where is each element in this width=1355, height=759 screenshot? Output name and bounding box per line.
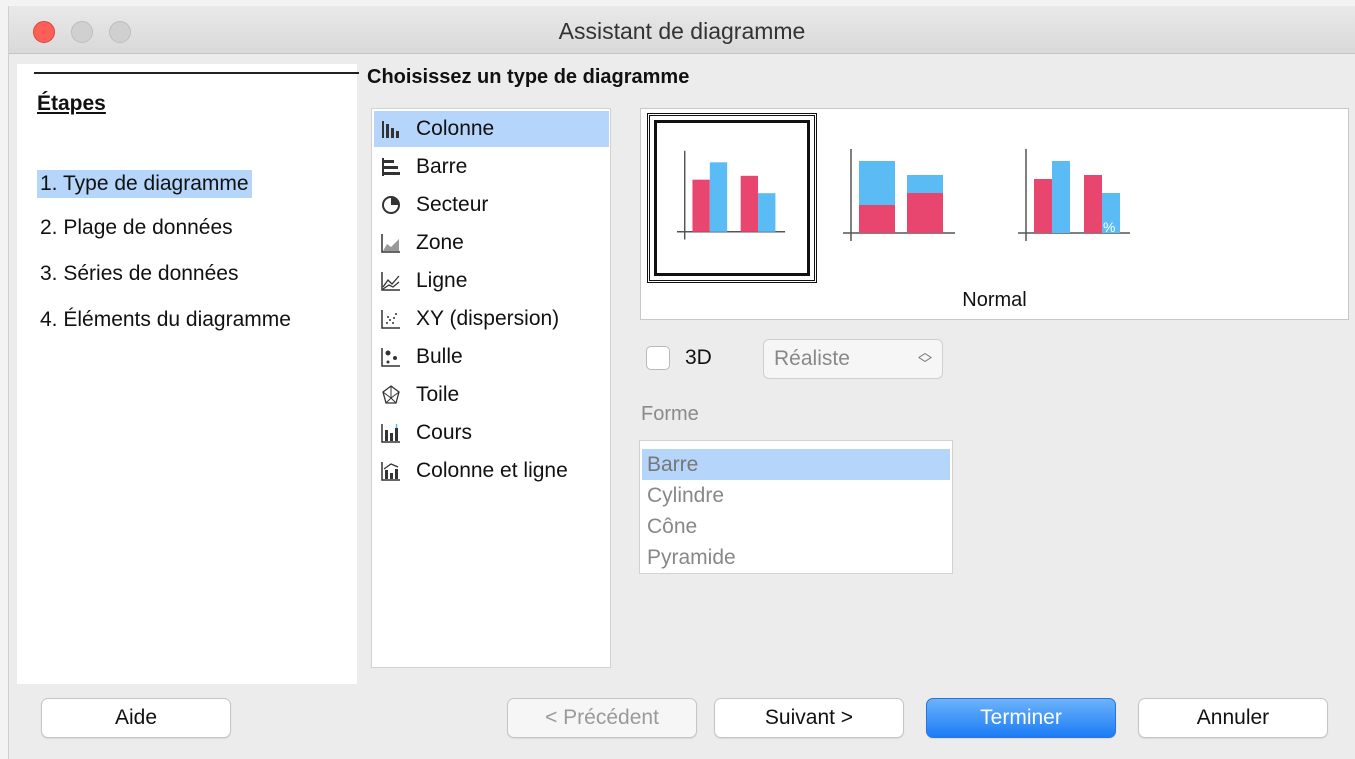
help-button[interactable]: Aide xyxy=(41,698,231,738)
steps-divider xyxy=(34,72,359,74)
scatter-chart-icon xyxy=(380,308,402,330)
chart-type-label: Cours xyxy=(416,421,473,444)
chart-type-label: Toile xyxy=(416,383,460,406)
variant-normal[interactable] xyxy=(647,113,817,283)
chart-type-label: Zone xyxy=(416,231,464,254)
chart-type-area[interactable]: Zone xyxy=(374,225,609,261)
forme-item-pyramide[interactable]: Pyramide xyxy=(642,542,950,573)
style-3d-value: Réaliste xyxy=(774,347,850,370)
column-line-chart-icon xyxy=(380,460,402,482)
steps-title: Étapes xyxy=(37,92,106,115)
chart-type-label: Barre xyxy=(416,155,468,178)
chart-type-bar[interactable]: Barre xyxy=(374,149,609,185)
chart-variants-panel: % Normal xyxy=(640,108,1349,320)
bar-chart-icon xyxy=(380,156,402,178)
forme-list[interactable]: Barre Cylindre Cône Pyramide xyxy=(639,440,953,574)
forme-item-barre[interactable]: Barre xyxy=(642,449,950,480)
step-data-range[interactable]: 2. Plage de données xyxy=(37,214,236,242)
bubble-chart-icon xyxy=(380,346,402,368)
variant-stacked[interactable] xyxy=(821,113,991,283)
chart-type-label: Colonne et ligne xyxy=(416,459,568,482)
chevron-up-down-icon: ︿ ﹀ xyxy=(918,344,932,372)
percent-column-icon: % xyxy=(1018,149,1130,241)
chart-type-label: Colonne xyxy=(416,117,495,140)
normal-column-icon xyxy=(677,150,786,240)
step-chart-type[interactable]: 1. Type de diagramme xyxy=(37,170,252,198)
chart-type-column[interactable]: Colonne xyxy=(374,111,609,147)
percent-label: % xyxy=(1103,219,1115,235)
previous-button[interactable]: < Précédent xyxy=(507,698,697,738)
step-chart-elements[interactable]: 4. Éléments du diagramme xyxy=(37,306,294,334)
chart-type-label: Bulle xyxy=(416,345,463,368)
steps-panel: Étapes 1. Type de diagramme 2. Plage de … xyxy=(17,64,359,684)
pie-chart-icon xyxy=(380,194,402,216)
chart-type-label: Secteur xyxy=(416,193,489,216)
chart-type-line[interactable]: Ligne xyxy=(374,263,609,299)
stacked-column-icon xyxy=(843,149,955,241)
chart-type-net[interactable]: Toile xyxy=(374,377,609,413)
step-data-series[interactable]: 3. Séries de données xyxy=(37,260,241,288)
chart-type-label: XY (dispersion) xyxy=(416,307,560,330)
column-chart-icon xyxy=(380,118,402,140)
title-bar: Assistant de diagramme xyxy=(9,6,1355,54)
chart-type-scatter[interactable]: XY (dispersion) xyxy=(374,301,609,337)
checkbox-3d[interactable] xyxy=(646,346,670,370)
chart-wizard-window: Assistant de diagramme Étapes 1. Type de… xyxy=(8,6,1355,759)
stock-chart-icon xyxy=(380,422,402,444)
window-title: Assistant de diagramme xyxy=(558,18,806,44)
chart-type-column-line[interactable]: Colonne et ligne xyxy=(374,453,609,489)
chart-type-list[interactable]: Colonne Barre Secteur Zone Ligne XY (dis… xyxy=(371,108,611,668)
area-chart-icon xyxy=(380,232,402,254)
cancel-button[interactable]: Annuler xyxy=(1138,698,1328,738)
chart-type-label: Ligne xyxy=(416,269,468,292)
forme-item-cylindre[interactable]: Cylindre xyxy=(642,480,950,511)
style-3d-select[interactable]: Réaliste ︿ ﹀ xyxy=(763,339,943,379)
forme-label: Forme xyxy=(641,403,699,425)
variant-name: Normal xyxy=(962,289,1027,311)
checkbox-3d-label: 3D xyxy=(685,346,712,369)
chart-type-pie[interactable]: Secteur xyxy=(374,187,609,223)
forme-item-cone[interactable]: Cône xyxy=(642,511,950,542)
chart-type-heading: Choisissez un type de diagramme xyxy=(367,66,690,88)
line-chart-icon xyxy=(380,270,402,292)
net-chart-icon xyxy=(380,384,402,406)
next-button[interactable]: Suivant > xyxy=(714,698,904,738)
variant-percent-stacked[interactable]: % xyxy=(996,113,1166,283)
chart-type-stock[interactable]: Cours xyxy=(374,415,609,451)
chart-type-bubble[interactable]: Bulle xyxy=(374,339,609,375)
finish-button[interactable]: Terminer xyxy=(926,698,1116,738)
